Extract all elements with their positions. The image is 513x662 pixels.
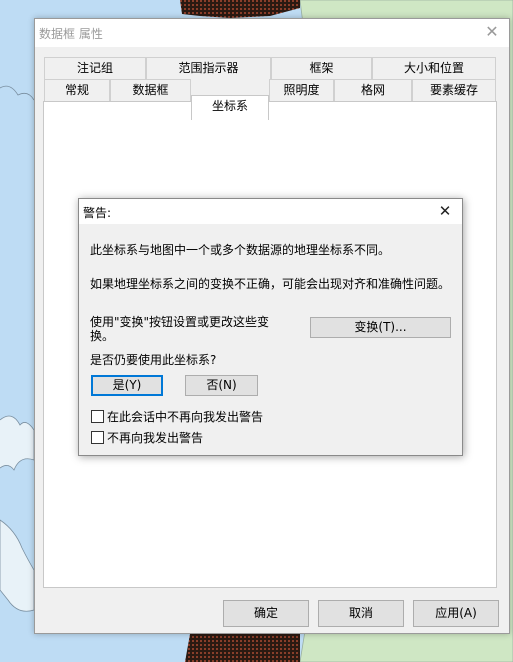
dont-warn-again-row[interactable]: 不再向我发出警告 xyxy=(91,429,203,445)
close-icon[interactable]: ✕ xyxy=(483,23,501,41)
dont-warn-again-label: 不再向我发出警告 xyxy=(107,430,204,445)
no-button[interactable]: 否(N) xyxy=(185,375,258,396)
dont-warn-session-label: 在此会话中不再向我发出警告 xyxy=(107,409,264,424)
confirm-question: 是否仍要使用此坐标系? xyxy=(90,353,217,367)
warning-title: 警告: xyxy=(83,206,112,220)
tab-annotation-groups[interactable]: 注记组 xyxy=(44,57,146,79)
apply-button[interactable]: 应用(A) xyxy=(413,600,499,627)
transform-button[interactable]: 变换(T)... xyxy=(310,317,451,338)
dont-warn-again-checkbox[interactable] xyxy=(91,430,104,444)
tab-illumination[interactable]: 照明度 xyxy=(269,79,334,101)
warning-message-1: 此坐标系与地图中一个或多个数据源的地理坐标系不同。 xyxy=(90,243,391,257)
dont-warn-session-checkbox[interactable] xyxy=(91,409,104,423)
cancel-button[interactable]: 取消 xyxy=(318,600,404,627)
tab-data-frame[interactable]: 数据框 xyxy=(110,79,191,101)
transform-hint: 使用"变换"按钮设置或更改这些变换。 xyxy=(90,315,270,343)
tab-general[interactable]: 常规 xyxy=(44,79,110,101)
warning-titlebar: 警告: ✕ xyxy=(79,199,462,224)
tab-coordinate-system[interactable]: 坐标系 xyxy=(191,95,269,120)
tab-grids[interactable]: 格网 xyxy=(334,79,412,101)
tab-size-and-position[interactable]: 大小和位置 xyxy=(372,57,496,79)
tab-extent-indicators[interactable]: 范围指示器 xyxy=(146,57,271,79)
tab-frame[interactable]: 框架 xyxy=(271,57,372,79)
ok-button[interactable]: 确定 xyxy=(223,600,309,627)
properties-title: 数据框 属性 xyxy=(39,27,103,41)
tab-feature-cache[interactable]: 要素缓存 xyxy=(412,79,496,101)
yes-button[interactable]: 是(Y) xyxy=(91,375,163,396)
warning-dialog: 警告: ✕ 此坐标系与地图中一个或多个数据源的地理坐标系不同。 如果地理坐标系之… xyxy=(78,198,463,456)
close-icon[interactable]: ✕ xyxy=(436,201,454,221)
dont-warn-session-row[interactable]: 在此会话中不再向我发出警告 xyxy=(91,408,263,424)
properties-titlebar: 数据框 属性 ✕ xyxy=(35,19,509,47)
warning-message-2: 如果地理坐标系之间的变换不正确，可能会出现对齐和准确性问题。 xyxy=(90,277,451,291)
